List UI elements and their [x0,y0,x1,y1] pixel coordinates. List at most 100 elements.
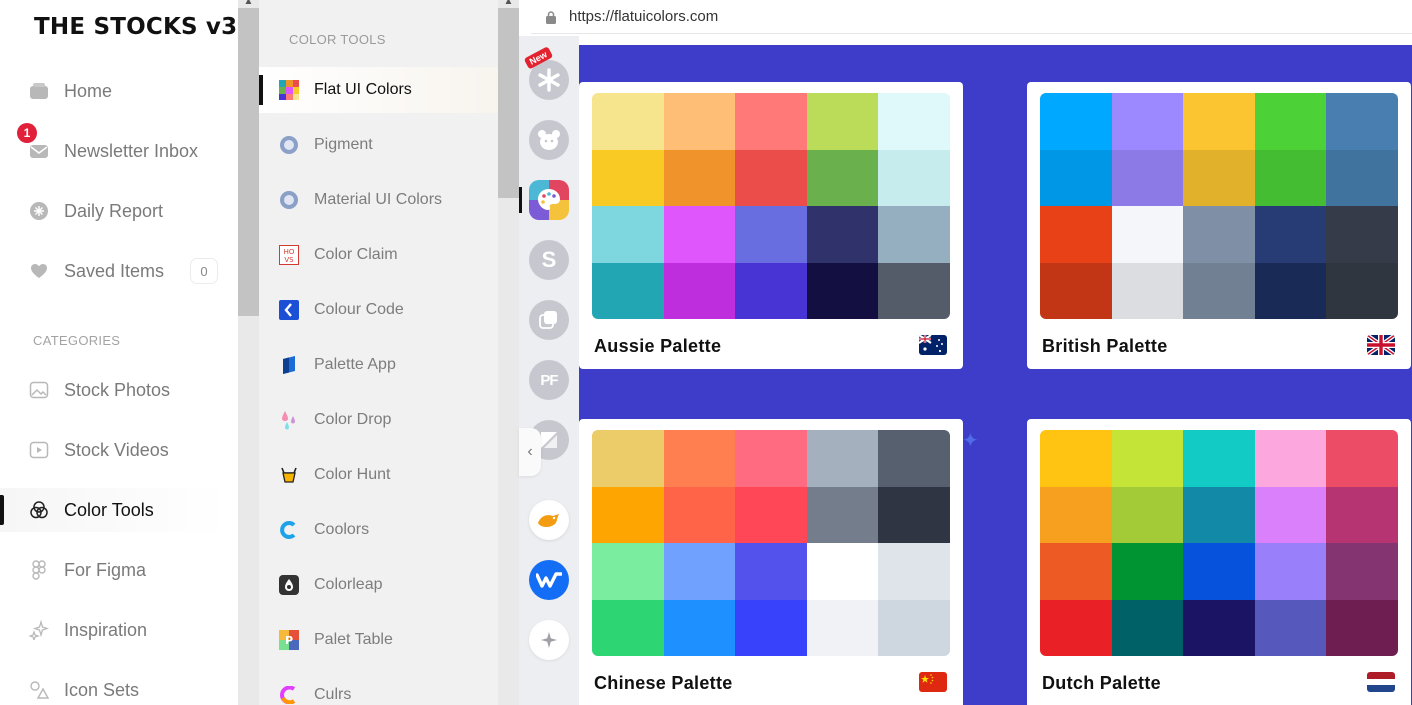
color-swatch[interactable] [1183,543,1255,600]
color-swatch[interactable] [1326,206,1398,263]
color-swatch[interactable] [878,486,950,543]
color-swatch[interactable] [1040,149,1112,206]
color-swatch[interactable] [592,486,664,543]
rail-layers-app[interactable] [529,300,569,340]
color-swatch[interactable] [1183,599,1255,656]
rail-pf-app[interactable]: PF [529,360,569,400]
tool-item-culrs[interactable]: Culrs [259,672,498,705]
color-swatch[interactable] [1183,149,1255,206]
rail-asterisk-app[interactable]: New [523,46,569,100]
tool-item-palette-app[interactable]: Palette App [259,342,498,388]
color-swatch[interactable] [735,206,807,263]
rail-flat-ui-colors-app[interactable] [529,180,569,220]
color-swatch[interactable] [806,93,879,150]
color-swatch[interactable] [663,543,736,600]
tool-item-colorleap[interactable]: Colorleap [259,562,498,608]
color-swatch[interactable] [1183,93,1255,150]
color-swatch[interactable] [1326,149,1398,206]
scrollbar-thumb[interactable] [498,8,519,198]
color-swatch[interactable] [735,262,807,319]
tool-item-color-claim[interactable]: HO VS Color Claim [259,232,498,278]
color-swatch[interactable] [878,149,950,206]
color-swatch[interactable] [1111,599,1184,656]
tools-scrollbar[interactable]: ▲ [498,0,519,705]
color-swatch[interactable] [1326,93,1398,150]
color-swatch[interactable] [735,543,807,600]
color-swatch[interactable] [1254,430,1327,487]
color-swatch[interactable] [1040,430,1112,487]
color-swatch[interactable] [806,430,879,487]
color-swatch[interactable] [1040,206,1112,263]
scroll-up-icon[interactable]: ▲ [238,0,259,8]
color-swatch[interactable] [1040,486,1112,543]
color-swatch[interactable] [592,262,664,319]
color-swatch[interactable] [735,430,807,487]
color-swatch[interactable] [663,430,736,487]
color-swatch[interactable] [592,93,664,150]
color-swatch[interactable] [1254,149,1327,206]
rail-add-app[interactable] [529,620,569,660]
color-swatch[interactable] [1326,430,1398,487]
sidebar-item-color-tools[interactable]: Color Tools [0,488,228,532]
scrollbar-thumb[interactable] [238,8,259,316]
sidebar-item-icon-sets[interactable]: Icon Sets [0,668,228,705]
color-swatch[interactable] [1040,262,1112,319]
color-swatch[interactable] [735,93,807,150]
color-swatch[interactable] [1183,430,1255,487]
color-swatch[interactable] [1111,149,1184,206]
sidebar-item-saved[interactable]: Saved Items 0 [0,249,228,293]
color-swatch[interactable] [592,149,664,206]
color-swatch[interactable] [592,206,664,263]
color-swatch[interactable] [1111,262,1184,319]
tool-item-color-drop[interactable]: Color Drop [259,397,498,443]
tool-item-color-hunt[interactable]: Color Hunt [259,452,498,498]
color-swatch[interactable] [1254,93,1327,150]
color-swatch[interactable] [878,93,950,150]
color-swatch[interactable] [878,430,950,487]
sidebar-scrollbar[interactable]: ▲ [238,0,259,705]
color-swatch[interactable] [663,486,736,543]
sidebar-item-for-figma[interactable]: For Figma [0,548,228,592]
color-swatch[interactable] [1326,543,1398,600]
color-swatch[interactable] [1111,206,1184,263]
color-swatch[interactable] [806,262,879,319]
palette-card-chinese[interactable]: Chinese Palette [579,419,963,705]
sidebar-item-newsletter[interactable]: 1 Newsletter Inbox [0,123,228,173]
palette-card-dutch[interactable]: Dutch Palette [1027,419,1411,705]
color-swatch[interactable] [735,486,807,543]
sidebar-item-stock-videos[interactable]: Stock Videos [0,428,228,472]
tool-item-flat-ui-colors[interactable]: Flat UI Colors [259,67,498,113]
rail-webflow-app[interactable] [529,560,569,600]
color-swatch[interactable] [592,543,664,600]
color-swatch[interactable] [1183,206,1255,263]
color-swatch[interactable] [1111,430,1184,487]
color-swatch[interactable] [1111,93,1184,150]
color-swatch[interactable] [878,262,950,319]
rail-bird-app[interactable] [529,500,569,540]
color-swatch[interactable] [663,206,736,263]
color-swatch[interactable] [1326,599,1398,656]
color-swatch[interactable] [1254,543,1327,600]
color-swatch[interactable] [592,599,664,656]
sidebar-item-stock-photos[interactable]: Stock Photos [0,368,228,412]
scroll-up-icon[interactable]: ▲ [498,0,519,8]
color-swatch[interactable] [806,543,879,600]
color-swatch[interactable] [1040,543,1112,600]
palette-card-british[interactable]: British Palette [1027,82,1411,369]
rail-s-app[interactable]: S [529,240,569,280]
tool-item-pigment[interactable]: Pigment [259,122,498,168]
color-swatch[interactable] [592,430,664,487]
tool-item-palet-table[interactable]: P Palet Table [259,617,498,663]
color-swatch[interactable] [1040,93,1112,150]
sidebar-item-inspiration[interactable]: Inspiration [0,608,228,652]
color-swatch[interactable] [1326,486,1398,543]
color-swatch[interactable] [735,599,807,656]
color-swatch[interactable] [1254,599,1327,656]
sidebar-item-home[interactable]: Home [0,69,228,113]
color-swatch[interactable] [1111,486,1184,543]
palette-card-aussie[interactable]: Aussie Palette [579,82,963,369]
color-swatch[interactable] [878,543,950,600]
color-swatch[interactable] [663,93,736,150]
color-swatch[interactable] [806,149,879,206]
color-swatch[interactable] [1183,262,1255,319]
